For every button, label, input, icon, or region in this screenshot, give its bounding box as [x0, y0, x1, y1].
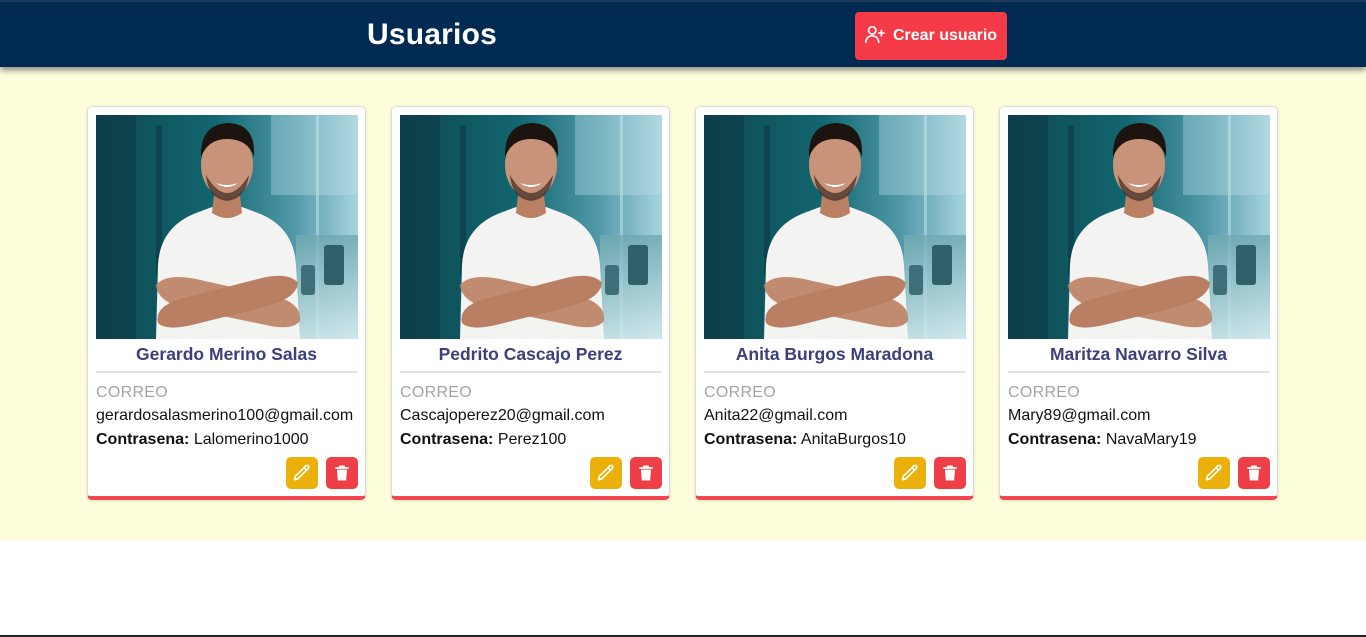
- pencil-icon: [901, 464, 918, 481]
- correo-label: CORREO: [96, 384, 169, 401]
- trash-icon: [1247, 465, 1261, 481]
- user-email: Anita22@gmail.com: [704, 407, 848, 424]
- card-actions: [590, 457, 662, 489]
- delete-button[interactable]: [1238, 457, 1270, 489]
- password-row: Contrasena: NavaMary19: [1008, 431, 1269, 449]
- delete-button[interactable]: [934, 457, 966, 489]
- user-name: Pedrito Cascajo Perez: [400, 344, 661, 373]
- user-email: Mary89@gmail.com: [1008, 407, 1151, 424]
- edit-button[interactable]: [894, 457, 926, 489]
- user-photo: [96, 115, 358, 339]
- password-row: Contrasena: AnitaBurgos10: [704, 431, 965, 449]
- user-card: Anita Burgos Maradona CORREO Anita22@gma…: [695, 106, 974, 500]
- create-user-button-label: Crear usuario: [893, 27, 998, 44]
- create-user-button[interactable]: Crear usuario: [855, 12, 1007, 60]
- user-photo: [704, 115, 966, 339]
- user-photo: [1008, 115, 1270, 339]
- pencil-icon: [597, 464, 614, 481]
- card-actions: [286, 457, 358, 489]
- password-label: Contrasena:: [96, 431, 190, 448]
- user-password: Perez100: [497, 431, 567, 448]
- user-email: Cascajoperez20@gmail.com: [400, 407, 605, 424]
- correo-label: CORREO: [400, 384, 473, 401]
- user-password: Lalomerino1000: [193, 431, 309, 448]
- user-card: Maritza Navarro Silva CORREO Mary89@gmai…: [999, 106, 1278, 500]
- pencil-icon: [293, 464, 310, 481]
- user-name: Gerardo Merino Salas: [96, 344, 357, 373]
- password-row: Contrasena: Perez100: [400, 431, 661, 449]
- correo-label: CORREO: [704, 384, 777, 401]
- user-email: gerardosalasmerino100@gmail.com: [96, 407, 354, 424]
- correo-label: CORREO: [1008, 384, 1081, 401]
- user-password: AnitaBurgos10: [800, 431, 906, 448]
- page-title: Usuarios: [367, 18, 497, 51]
- edit-button[interactable]: [1198, 457, 1230, 489]
- top-navbar: Usuarios Crear usuario: [0, 0, 1366, 67]
- pencil-icon: [1205, 464, 1222, 481]
- user-card: Gerardo Merino Salas CORREO gerardosalas…: [87, 106, 366, 500]
- password-label: Contrasena:: [400, 431, 494, 448]
- trash-icon: [335, 465, 349, 481]
- edit-button[interactable]: [590, 457, 622, 489]
- user-name: Maritza Navarro Silva: [1008, 344, 1269, 373]
- password-row: Contrasena: Lalomerino1000: [96, 431, 357, 449]
- card-actions: [894, 457, 966, 489]
- user-card: Pedrito Cascajo Perez CORREO Cascajopere…: [391, 106, 670, 500]
- user-photo: [400, 115, 662, 339]
- user-plus-icon: [864, 23, 886, 50]
- user-password: NavaMary19: [1105, 431, 1197, 448]
- delete-button[interactable]: [326, 457, 358, 489]
- user-name: Anita Burgos Maradona: [704, 344, 965, 373]
- delete-button[interactable]: [630, 457, 662, 489]
- password-label: Contrasena:: [704, 431, 798, 448]
- trash-icon: [639, 465, 653, 481]
- password-label: Contrasena:: [1008, 431, 1102, 448]
- trash-icon: [943, 465, 957, 481]
- card-actions: [1198, 457, 1270, 489]
- edit-button[interactable]: [286, 457, 318, 489]
